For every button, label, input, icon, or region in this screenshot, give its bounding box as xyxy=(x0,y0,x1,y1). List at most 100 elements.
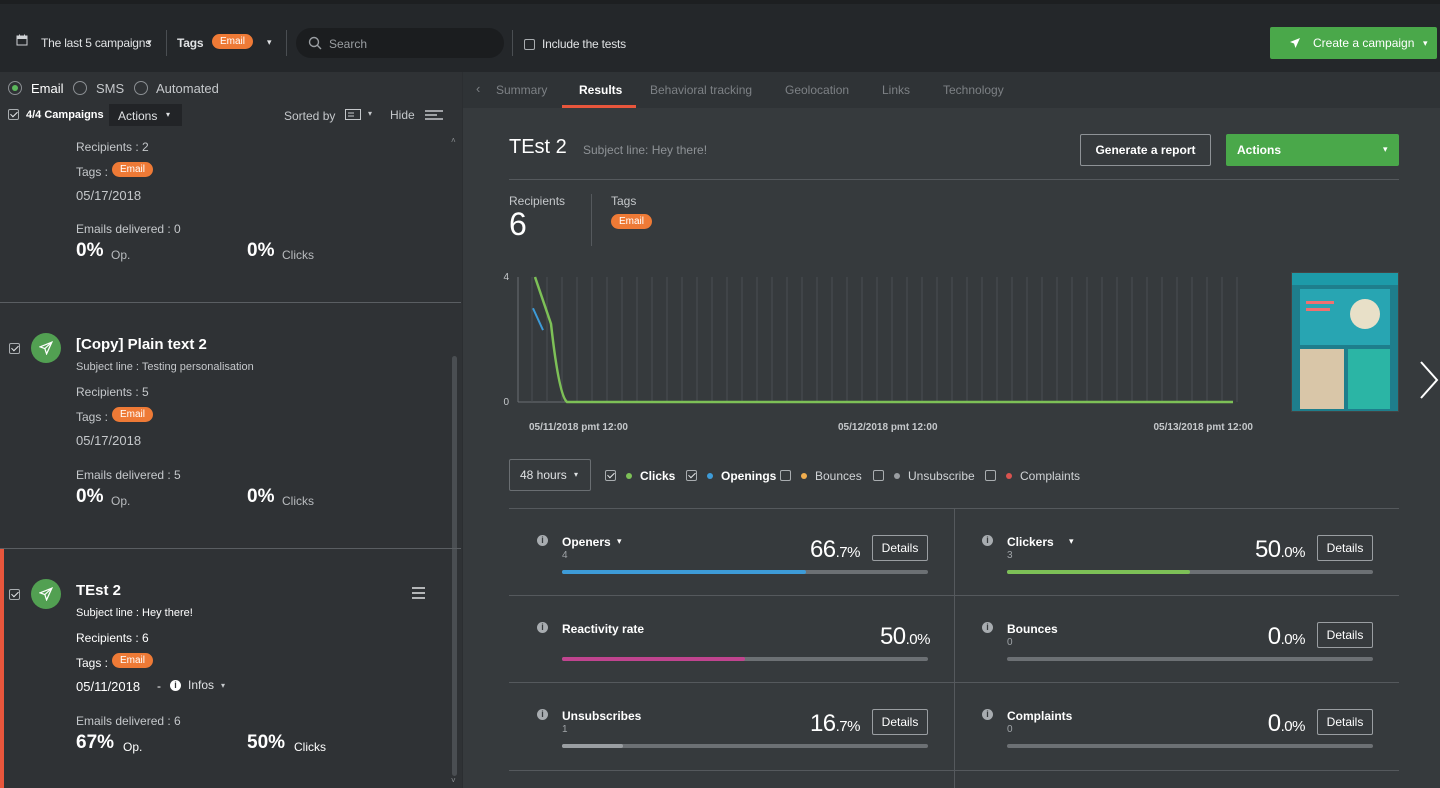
y-tick-label: 4 xyxy=(503,272,509,283)
card-tag-email: Email xyxy=(112,162,154,177)
info-icon[interactable]: i xyxy=(537,622,548,633)
card-tags-label: Tags : xyxy=(76,656,109,670)
divider xyxy=(591,194,592,246)
info-icon[interactable]: i xyxy=(537,535,548,546)
menu-icon[interactable] xyxy=(412,587,425,599)
hide-button[interactable]: Hide xyxy=(390,108,415,122)
tab-results[interactable]: Results xyxy=(579,83,622,97)
period-select[interactable]: The last 5 campaigns xyxy=(41,36,151,50)
preview-image xyxy=(1300,349,1344,409)
filter-checkbox-bounces[interactable] xyxy=(780,470,791,481)
details-button[interactable]: Details xyxy=(872,535,928,561)
card-open-rate: 67% xyxy=(76,732,115,753)
info-icon[interactable]: i xyxy=(982,535,993,546)
chevron-down-icon[interactable]: ▾ xyxy=(147,37,152,48)
tab-summary[interactable]: Summary xyxy=(496,83,547,97)
info-icon[interactable]: i xyxy=(170,680,181,691)
date-separator: - xyxy=(157,679,161,693)
actions-button[interactable]: Actions ▾ xyxy=(1226,134,1399,166)
chevron-down-icon[interactable]: ▾ xyxy=(267,37,272,48)
stat-value-int: 16 xyxy=(809,710,836,737)
search-field[interactable]: Search xyxy=(296,28,504,58)
progress-fill xyxy=(562,657,745,661)
card-recipients: Recipients : 6 xyxy=(76,631,149,645)
stat-count: 1 xyxy=(562,724,568,735)
channel-radio-email[interactable] xyxy=(8,81,22,95)
select-all-checkbox[interactable] xyxy=(8,109,19,120)
info-icon[interactable]: i xyxy=(537,709,548,720)
details-button[interactable]: Details xyxy=(1317,622,1373,648)
filter-checkbox-complaints[interactable] xyxy=(985,470,996,481)
channel-label-automated: Automated xyxy=(156,81,219,96)
channel-label-sms: SMS xyxy=(96,81,125,96)
stat-value-dec: .0% xyxy=(905,631,931,648)
chevron-down-icon: ▾ xyxy=(1423,38,1428,48)
tab-geolocation[interactable]: Geolocation xyxy=(785,83,849,97)
legend-dot xyxy=(1006,473,1012,479)
filter-checkbox-openings[interactable] xyxy=(686,470,697,481)
chevron-right-icon[interactable] xyxy=(1418,360,1440,400)
chevron-down-icon: ▾ xyxy=(574,470,579,479)
card-click-label: Clicks xyxy=(282,494,314,508)
stat-title: Bounces xyxy=(1007,622,1058,636)
campaign-card[interactable]: Recipients : 2 Tags : Email 05/17/2018 E… xyxy=(0,134,461,303)
sort-icon[interactable] xyxy=(345,109,361,120)
send-icon xyxy=(1290,38,1300,48)
progress-bar xyxy=(562,744,928,748)
divider xyxy=(166,30,167,56)
campaign-avatar xyxy=(31,333,61,363)
email-preview-thumbnail[interactable] xyxy=(1291,272,1399,412)
card-open-rate: 0% xyxy=(76,486,104,507)
time-range-select[interactable]: 48 hours ▾ xyxy=(509,459,591,491)
legend-dot xyxy=(801,473,807,479)
channel-radio-sms[interactable] xyxy=(73,81,87,95)
legend-label: Complaints xyxy=(1020,469,1081,483)
divider xyxy=(512,30,513,56)
generate-report-button[interactable]: Generate a report xyxy=(1080,134,1211,166)
info-icon[interactable]: i xyxy=(982,709,993,720)
card-checkbox[interactable] xyxy=(9,343,20,354)
chevron-left-icon[interactable]: ‹ xyxy=(476,81,480,96)
preview-hero xyxy=(1300,289,1390,345)
collapse-list-icon[interactable] xyxy=(425,110,443,121)
filter-checkbox-unsubscribe[interactable] xyxy=(873,470,884,481)
card-recipients: Recipients : 5 xyxy=(76,385,149,399)
tag-filter-email[interactable]: Email xyxy=(212,34,254,49)
legend-label: Bounces xyxy=(815,469,862,483)
card-title[interactable]: TEst 2 xyxy=(76,582,121,599)
progress-fill xyxy=(562,570,807,574)
create-campaign-button[interactable]: Create a campaign ▾ xyxy=(1270,27,1437,59)
chevron-down-icon[interactable]: ▾ xyxy=(221,681,225,690)
calendar-icon[interactable] xyxy=(16,34,28,46)
campaign-card[interactable]: [Copy] Plain text 2 Subject line : Testi… xyxy=(0,303,461,549)
channel-radio-automated[interactable] xyxy=(134,81,148,95)
stat-card-openers: i Openers ▾ 4 66.7% Details xyxy=(509,508,954,595)
search-input[interactable]: Search xyxy=(329,37,367,51)
details-button[interactable]: Details xyxy=(1317,709,1373,735)
card-delivered: Emails delivered : 5 xyxy=(76,468,181,482)
tab-behavioral-tracking[interactable]: Behavioral tracking xyxy=(650,83,752,97)
card-title[interactable]: [Copy] Plain text 2 xyxy=(76,336,207,353)
stat-count: 0 xyxy=(1007,637,1013,648)
actions-dropdown[interactable]: Actions ▾ xyxy=(109,104,182,126)
info-icon[interactable]: i xyxy=(982,622,993,633)
card-checkbox[interactable] xyxy=(9,589,20,600)
details-button[interactable]: Details xyxy=(872,709,928,735)
stat-value: 0.0% xyxy=(1267,623,1306,651)
chevron-down-icon[interactable]: ▾ xyxy=(368,109,372,118)
campaign-card-selected[interactable]: TEst 2 Subject line : Hey there! Recipie… xyxy=(0,549,461,788)
campaign-list-panel: Email SMS Automated 4/4 Campaigns Action… xyxy=(0,72,462,788)
series-line-clicks xyxy=(533,276,1233,404)
filter-checkbox-clicks[interactable] xyxy=(605,470,616,481)
chevron-down-icon[interactable]: ▾ xyxy=(617,536,622,547)
stat-value-int: 0 xyxy=(1267,623,1281,650)
include-tests-checkbox[interactable] xyxy=(524,39,535,50)
stat-count: 3 xyxy=(1007,550,1013,561)
stat-card-clickers: i Clickers ▾ 3 50.0% Details xyxy=(954,508,1399,595)
tab-technology[interactable]: Technology xyxy=(943,83,1004,97)
tab-links[interactable]: Links xyxy=(882,83,910,97)
infos-toggle[interactable]: Infos xyxy=(188,678,214,692)
chevron-down-icon[interactable]: ▾ xyxy=(1069,536,1074,547)
details-button[interactable]: Details xyxy=(1317,535,1373,561)
progress-bar xyxy=(1007,657,1373,661)
